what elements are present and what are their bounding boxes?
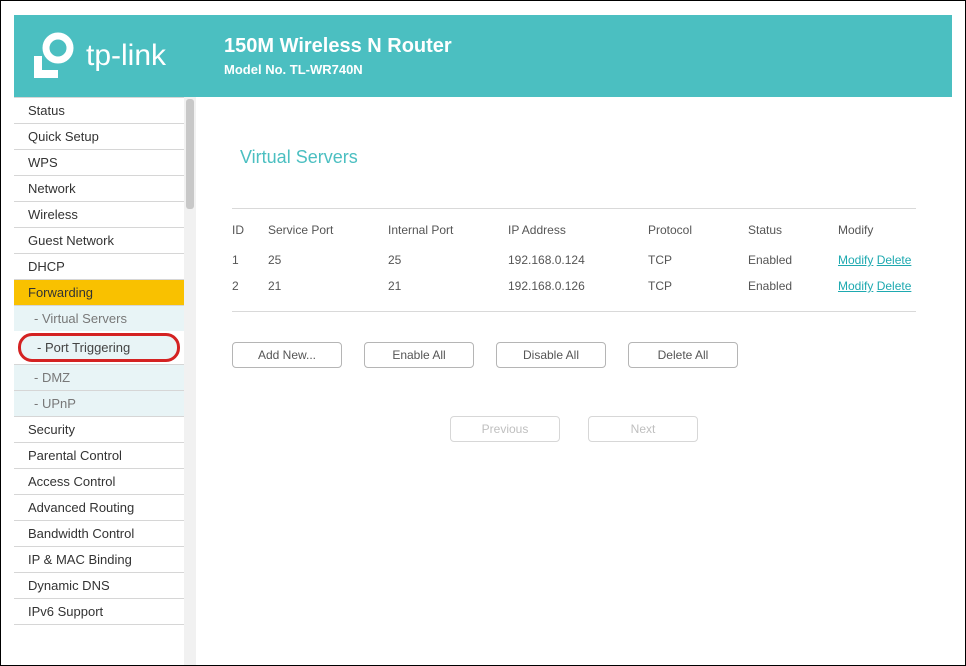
delete-all-button[interactable]: Delete All	[628, 342, 738, 368]
page-title: Virtual Servers	[240, 147, 916, 168]
cell-internal: 25	[388, 247, 508, 273]
sidebar-item-guest-network[interactable]: Guest Network	[14, 227, 184, 253]
sidebar-item-access-control[interactable]: Access Control	[14, 468, 184, 494]
sidebar-item-ipv6-support[interactable]: IPv6 Support	[14, 598, 184, 625]
cell-modify: Modify Delete	[838, 247, 916, 273]
sidebar-item--upnp[interactable]: - UPnP	[14, 390, 184, 416]
sidebar-item--port-triggering[interactable]: - Port Triggering	[18, 333, 180, 362]
sidebar-item-ip-mac-binding[interactable]: IP & MAC Binding	[14, 546, 184, 572]
sidebar-item-quick-setup[interactable]: Quick Setup	[14, 123, 184, 149]
pager: Previous Next	[232, 416, 916, 442]
modify-link[interactable]: Modify	[838, 253, 873, 267]
header: tp-link 150M Wireless N Router Model No.…	[14, 15, 952, 97]
col-internal: Internal Port	[388, 223, 508, 247]
action-buttons: Add New... Enable All Disable All Delete…	[232, 342, 916, 368]
sidebar-item-forwarding[interactable]: Forwarding	[14, 279, 184, 305]
divider	[232, 311, 916, 312]
col-status: Status	[748, 223, 838, 247]
previous-button[interactable]: Previous	[450, 416, 560, 442]
col-modify: Modify	[838, 223, 916, 247]
header-titles: 150M Wireless N Router Model No. TL-WR74…	[224, 35, 452, 77]
divider	[232, 208, 916, 209]
cell-proto: TCP	[648, 273, 748, 299]
cell-status: Enabled	[748, 247, 838, 273]
add-new-button[interactable]: Add New...	[232, 342, 342, 368]
table-row: 22121192.168.0.126TCPEnabledModify Delet…	[232, 273, 916, 299]
col-proto: Protocol	[648, 223, 748, 247]
cell-ip: 192.168.0.124	[508, 247, 648, 273]
brand-text: tp-link	[86, 39, 166, 73]
cell-proto: TCP	[648, 247, 748, 273]
cell-service: 25	[268, 247, 388, 273]
next-button[interactable]: Next	[588, 416, 698, 442]
sidebar-scrollbar[interactable]	[184, 97, 196, 665]
sidebar-item--virtual-servers[interactable]: - Virtual Servers	[14, 305, 184, 331]
sidebar-item-network[interactable]: Network	[14, 175, 184, 201]
cell-ip: 192.168.0.126	[508, 273, 648, 299]
sidebar-item-wireless[interactable]: Wireless	[14, 201, 184, 227]
cell-status: Enabled	[748, 273, 838, 299]
virtual-servers-table: ID Service Port Internal Port IP Address…	[232, 223, 916, 299]
delete-link[interactable]: Delete	[877, 253, 912, 267]
sidebar-item-parental-control[interactable]: Parental Control	[14, 442, 184, 468]
enable-all-button[interactable]: Enable All	[364, 342, 474, 368]
col-id: ID	[232, 223, 268, 247]
product-model: Model No. TL-WR740N	[224, 62, 452, 77]
sidebar: StatusQuick SetupWPSNetworkWirelessGuest…	[14, 97, 184, 665]
disable-all-button[interactable]: Disable All	[496, 342, 606, 368]
scrollbar-thumb[interactable]	[186, 99, 194, 209]
sidebar-item--dmz[interactable]: - DMZ	[14, 364, 184, 390]
main-content: Virtual Servers ID Service Port Internal…	[196, 97, 952, 665]
col-service: Service Port	[268, 223, 388, 247]
col-ip: IP Address	[508, 223, 648, 247]
sidebar-item-status[interactable]: Status	[14, 97, 184, 123]
cell-id: 2	[232, 273, 268, 299]
cell-modify: Modify Delete	[838, 273, 916, 299]
sidebar-item-advanced-routing[interactable]: Advanced Routing	[14, 494, 184, 520]
sidebar-item-security[interactable]: Security	[14, 416, 184, 442]
modify-link[interactable]: Modify	[838, 279, 873, 293]
tp-link-logo-icon	[28, 32, 76, 80]
cell-id: 1	[232, 247, 268, 273]
cell-internal: 21	[388, 273, 508, 299]
delete-link[interactable]: Delete	[877, 279, 912, 293]
sidebar-item-dynamic-dns[interactable]: Dynamic DNS	[14, 572, 184, 598]
sidebar-item-bandwidth-control[interactable]: Bandwidth Control	[14, 520, 184, 546]
sidebar-item-dhcp[interactable]: DHCP	[14, 253, 184, 279]
table-row: 12525192.168.0.124TCPEnabledModify Delet…	[232, 247, 916, 273]
sidebar-item-wps[interactable]: WPS	[14, 149, 184, 175]
brand-logo: tp-link	[28, 32, 166, 80]
product-title: 150M Wireless N Router	[224, 35, 452, 58]
cell-service: 21	[268, 273, 388, 299]
